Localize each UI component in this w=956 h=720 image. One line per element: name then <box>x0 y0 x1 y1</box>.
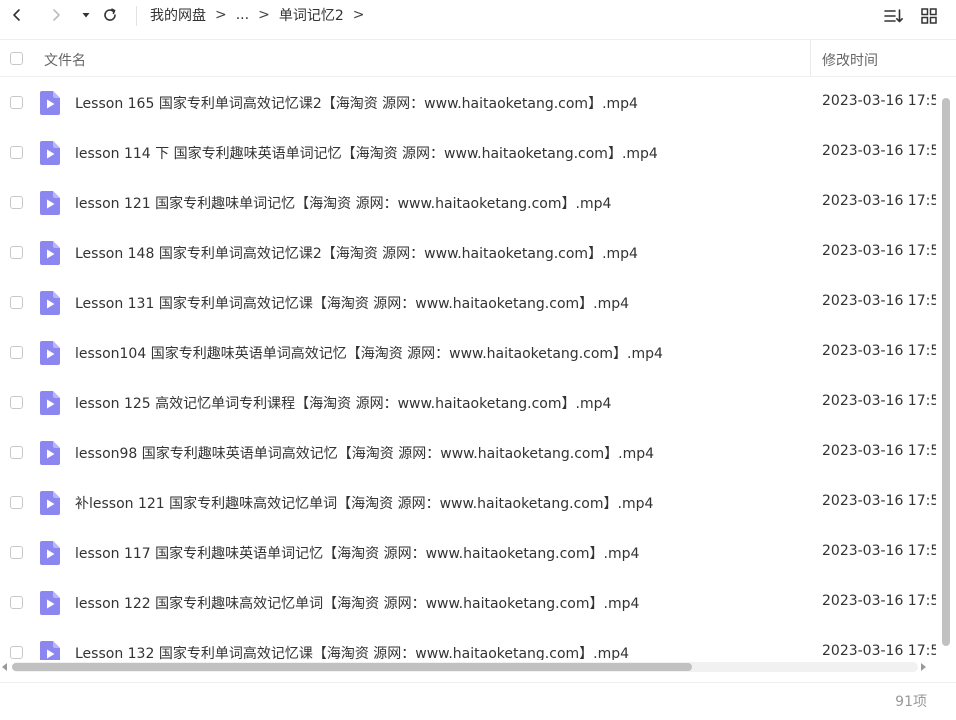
row-checkbox[interactable] <box>10 596 23 609</box>
horizontal-scrollbar[interactable] <box>0 660 936 674</box>
video-file-icon <box>40 391 60 415</box>
row-checkbox[interactable] <box>10 546 23 559</box>
file-name[interactable]: Lesson 148 国家专利单词高效记忆课2【海淘资 源网：www.haita… <box>75 243 805 263</box>
table-row[interactable]: lesson 121 国家专利趣味单词记忆【海淘资 源网：www.haitaok… <box>0 178 936 228</box>
video-file-icon <box>40 591 60 615</box>
row-checkbox[interactable] <box>10 646 23 659</box>
sort-icon[interactable] <box>883 5 905 27</box>
row-checkbox[interactable] <box>10 396 23 409</box>
table-row[interactable]: lesson 122 国家专利趣味高效记忆单词【海淘资 源网：www.haita… <box>0 578 936 628</box>
file-name[interactable]: lesson 121 国家专利趣味单词记忆【海淘资 源网：www.haitaok… <box>75 193 805 213</box>
status-bar: 91项 <box>0 682 956 720</box>
video-file-icon <box>40 141 60 165</box>
file-name[interactable]: lesson 114 下 国家专利趣味英语单词记忆【海淘资 源网：www.hai… <box>75 143 805 163</box>
file-modified-time: 2023-03-16 17:5 <box>822 293 936 309</box>
file-list: Lesson 165 国家专利单词高效记忆课2【海淘资 源网：www.haita… <box>0 78 936 660</box>
file-name[interactable]: lesson 122 国家专利趣味高效记忆单词【海淘资 源网：www.haita… <box>75 593 805 613</box>
file-modified-time: 2023-03-16 17:5 <box>822 643 936 659</box>
file-modified-time: 2023-03-16 17:5 <box>822 93 936 109</box>
breadcrumb-separator: > <box>352 7 365 23</box>
vertical-scrollbar-thumb[interactable] <box>942 98 950 646</box>
row-checkbox[interactable] <box>10 246 23 259</box>
file-modified-time: 2023-03-16 17:5 <box>822 243 936 259</box>
file-name[interactable]: lesson98 国家专利趣味英语单词高效记忆【海淘资 源网：www.haita… <box>75 443 805 463</box>
refresh-icon[interactable] <box>99 4 121 26</box>
item-count: 91项 <box>895 694 927 710</box>
list-header: 文件名 修改时间 <box>0 39 956 77</box>
horizontal-scrollbar-track[interactable] <box>12 662 918 672</box>
grid-view-icon[interactable] <box>918 5 940 27</box>
row-checkbox[interactable] <box>10 196 23 209</box>
file-modified-time: 2023-03-16 17:5 <box>822 343 936 359</box>
breadcrumb-item[interactable]: ... <box>236 7 249 23</box>
file-modified-time: 2023-03-16 17:5 <box>822 443 936 459</box>
video-file-icon <box>40 641 60 660</box>
toolbar-divider <box>136 6 137 26</box>
file-modified-time: 2023-03-16 17:5 <box>822 543 936 559</box>
file-name[interactable]: lesson104 国家专利趣味英语单词高效记忆【海淘资 源网：www.hait… <box>75 343 805 363</box>
column-divider[interactable] <box>810 40 811 77</box>
file-modified-time: 2023-03-16 17:5 <box>822 143 936 159</box>
video-file-icon <box>40 291 60 315</box>
scroll-right-icon[interactable] <box>921 663 926 671</box>
video-file-icon <box>40 91 60 115</box>
table-row[interactable]: lesson 114 下 国家专利趣味英语单词记忆【海淘资 源网：www.hai… <box>0 128 936 178</box>
file-name[interactable]: Lesson 165 国家专利单词高效记忆课2【海淘资 源网：www.haita… <box>75 93 805 113</box>
breadcrumb-item[interactable]: 我的网盘 <box>150 5 206 25</box>
table-row[interactable]: Lesson 132 国家专利单词高效记忆课【海淘资 源网：www.haitao… <box>0 628 936 660</box>
row-checkbox[interactable] <box>10 496 23 509</box>
file-name[interactable]: Lesson 131 国家专利单词高效记忆课【海淘资 源网：www.haitao… <box>75 293 805 313</box>
breadcrumb-separator: > <box>215 7 227 23</box>
table-row[interactable]: lesson104 国家专利趣味英语单词高效记忆【海淘资 源网：www.hait… <box>0 328 936 378</box>
column-header-name[interactable]: 文件名 <box>44 50 86 70</box>
file-name[interactable]: lesson 117 国家专利趣味英语单词记忆【海淘资 源网：www.haita… <box>75 543 805 563</box>
forward-arrow-icon[interactable] <box>45 4 67 26</box>
video-file-icon <box>40 241 60 265</box>
row-checkbox[interactable] <box>10 346 23 359</box>
table-row[interactable]: lesson 125 高效记忆单词专利课程【海淘资 源网：www.haitaok… <box>0 378 936 428</box>
column-header-modified-time[interactable]: 修改时间 <box>822 50 878 70</box>
table-row[interactable]: Lesson 131 国家专利单词高效记忆课【海淘资 源网：www.haitao… <box>0 278 936 328</box>
row-checkbox[interactable] <box>10 446 23 459</box>
vertical-scrollbar[interactable] <box>939 78 953 660</box>
file-name[interactable]: 补lesson 121 国家专利趣味高效记忆单词【海淘资 源网：www.hait… <box>75 493 805 513</box>
select-all-checkbox[interactable] <box>10 52 23 65</box>
row-checkbox[interactable] <box>10 96 23 109</box>
video-file-icon <box>40 191 60 215</box>
file-modified-time: 2023-03-16 17:5 <box>822 493 936 509</box>
file-modified-time: 2023-03-16 17:5 <box>822 393 936 409</box>
file-name[interactable]: lesson 125 高效记忆单词专利课程【海淘资 源网：www.haitaok… <box>75 393 805 413</box>
table-row[interactable]: Lesson 148 国家专利单词高效记忆课2【海淘资 源网：www.haita… <box>0 228 936 278</box>
breadcrumb-item[interactable]: 单词记忆2 <box>279 5 344 25</box>
video-file-icon <box>40 541 60 565</box>
table-row[interactable]: lesson98 国家专利趣味英语单词高效记忆【海淘资 源网：www.haita… <box>0 428 936 478</box>
video-file-icon <box>40 341 60 365</box>
table-row[interactable]: 补lesson 121 国家专利趣味高效记忆单词【海淘资 源网：www.hait… <box>0 478 936 528</box>
file-name[interactable]: Lesson 132 国家专利单词高效记忆课【海淘资 源网：www.haitao… <box>75 643 805 660</box>
horizontal-scrollbar-thumb[interactable] <box>12 663 692 671</box>
row-checkbox[interactable] <box>10 146 23 159</box>
video-file-icon <box>40 491 60 515</box>
row-checkbox[interactable] <box>10 296 23 309</box>
video-file-icon <box>40 441 60 465</box>
file-modified-time: 2023-03-16 17:5 <box>822 193 936 209</box>
scroll-left-icon[interactable] <box>2 663 7 671</box>
back-arrow-icon[interactable] <box>6 4 28 26</box>
history-dropdown-icon[interactable] <box>75 4 97 26</box>
breadcrumb-separator: > <box>258 7 270 23</box>
table-row[interactable]: Lesson 165 国家专利单词高效记忆课2【海淘资 源网：www.haita… <box>0 78 936 128</box>
toolbar: 我的网盘 >... > 单词记忆2 > <box>0 0 956 32</box>
file-modified-time: 2023-03-16 17:5 <box>822 593 936 609</box>
table-row[interactable]: lesson 117 国家专利趣味英语单词记忆【海淘资 源网：www.haita… <box>0 528 936 578</box>
breadcrumb: 我的网盘 >... > 单词记忆2 > <box>150 5 373 25</box>
